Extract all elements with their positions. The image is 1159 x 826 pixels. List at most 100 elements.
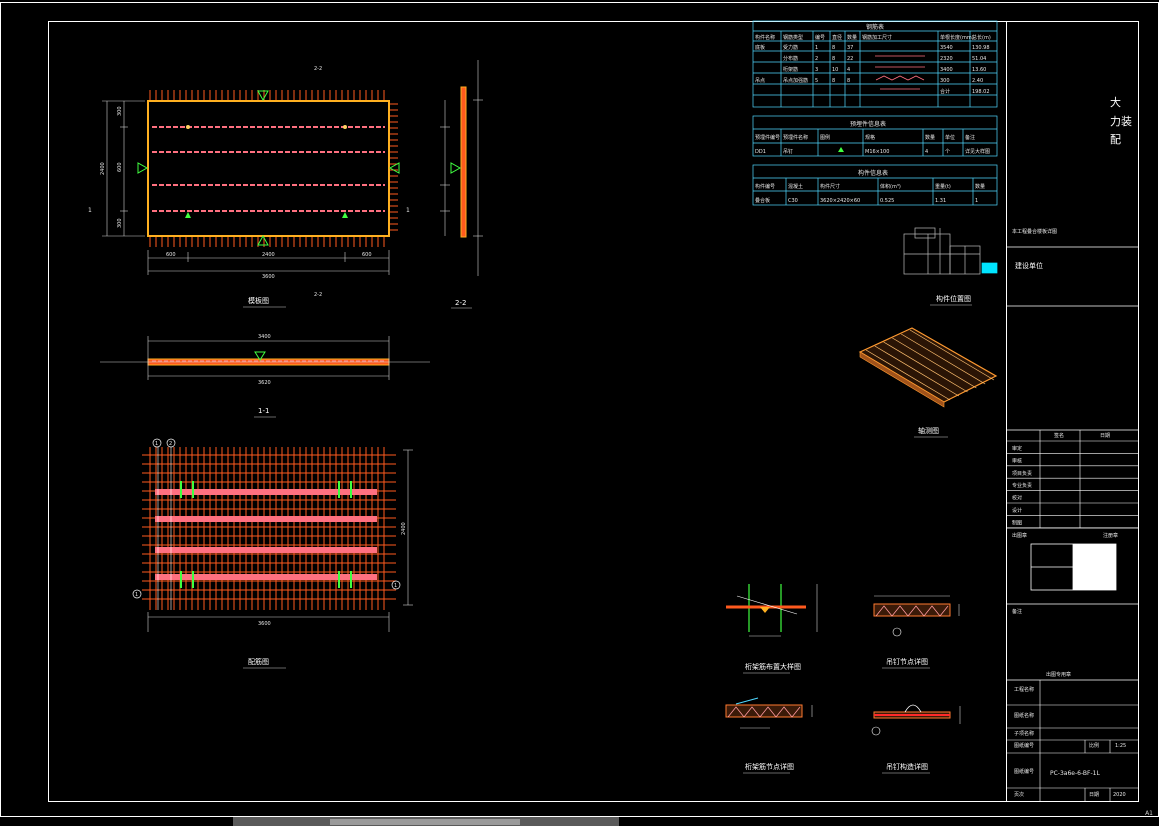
table-cell: 个: [945, 149, 950, 155]
view-title: 2-2: [455, 299, 466, 307]
rebar-view[interactable]: 1 2 1 1 3600 2400 配筋图: [132, 438, 413, 669]
table-cell: 受力筋: [783, 44, 798, 51]
table-cell: 37: [847, 45, 853, 51]
role-label: 制图: [1012, 519, 1022, 526]
table-cell: 2: [815, 56, 818, 62]
page-marker: A1: [1145, 810, 1153, 817]
table-cell: 8: [847, 78, 850, 84]
table-header: 混凝土: [788, 183, 803, 190]
dim-text: 3600: [258, 621, 271, 627]
dim-text: 3400: [258, 334, 271, 340]
stamp-label: 出图章: [1012, 532, 1027, 539]
dim-text: 3600: [262, 274, 275, 280]
table-header: 单根长度(mm): [940, 34, 974, 41]
table-header: 图例: [820, 134, 830, 141]
table-cell: 8: [832, 56, 835, 62]
dim-text: 600: [362, 252, 372, 258]
table-cell: 3540: [940, 45, 953, 51]
dim-text: 3620: [258, 380, 271, 386]
table-cell: 300: [940, 78, 950, 84]
tb-label: 页次: [1014, 791, 1024, 798]
view-title: 1-1: [258, 407, 269, 415]
plan-view[interactable]: 600 2400 600 3600 2400 300 600 300 2-2 2…: [88, 66, 410, 308]
brand-line-2: 力装: [1110, 115, 1132, 128]
table-header: 构件名称: [755, 34, 775, 41]
role-label: 审定: [1012, 445, 1022, 452]
table-header: 直径: [832, 34, 842, 41]
dim-text: 300: [117, 218, 123, 228]
table-title: 钢筋表: [866, 23, 884, 31]
tb-bottom-grid: [1006, 680, 1138, 801]
dim-text: 2400: [401, 522, 407, 535]
table-header: 构件编号: [755, 183, 775, 190]
section-tag: 2-2: [314, 66, 322, 72]
lift-point-marker-left: [137, 162, 149, 174]
table-header: 体积(m³): [880, 183, 901, 190]
table-cell: 吊钉: [783, 148, 793, 155]
view-title: 轴测图: [918, 426, 939, 435]
table-cell: 桁架筋: [783, 66, 798, 73]
col-head: 签名: [1054, 432, 1064, 439]
drawing-code: PC-3a6e-6-BF-1L: [1050, 770, 1100, 777]
role-label: 设计: [1012, 507, 1022, 514]
rebar-mark-text: 1: [135, 592, 138, 598]
table-title: 预埋件信息表: [850, 120, 886, 128]
table-cell: 10: [832, 67, 838, 73]
table-cell: 8: [832, 45, 835, 51]
dim-text: 600: [117, 162, 123, 172]
rebar-mark-text: 1: [155, 441, 158, 447]
table-header: 钢筋类型: [783, 34, 803, 41]
table-header: 数量: [847, 34, 857, 41]
detail-4[interactable]: [871, 704, 961, 736]
table-header: 备注: [965, 134, 975, 141]
detail-1[interactable]: [726, 584, 818, 637]
dim-text: 2400: [262, 252, 275, 258]
table-header: 数量: [975, 183, 985, 190]
steel-table[interactable]: [752, 20, 998, 108]
rebar-dimensions: [147, 449, 413, 632]
dim-text: 300: [117, 106, 123, 116]
truss-band-1: [155, 489, 377, 495]
table-header: 钢筋加工尺寸: [862, 34, 892, 41]
table-cell: 1.31: [935, 198, 946, 204]
col-head: 日期: [1100, 433, 1110, 439]
detail-2[interactable]: [873, 595, 960, 637]
tb-label: 子项名称: [1014, 730, 1034, 737]
table-cell: 198.02: [972, 89, 990, 95]
rebar-mark-text: 2: [169, 441, 172, 447]
role-label: 项目负责: [1012, 470, 1032, 477]
detail-3[interactable]: [725, 697, 813, 729]
locator-plan[interactable]: [903, 227, 998, 275]
seal-label: 备注: [1012, 608, 1022, 615]
table-header: 重量(t): [935, 183, 951, 190]
table-header: 单位: [945, 134, 955, 141]
brand-line-1: 大: [1110, 95, 1121, 109]
table-cell: 22: [847, 56, 853, 62]
tb-label: 工程名称: [1014, 686, 1034, 693]
lift-point-marker-top: [257, 90, 269, 102]
table-cell: 合计: [940, 88, 950, 95]
section-1-1-view[interactable]: 3400 3620 1-1: [100, 334, 430, 418]
table-cell: M16×100: [865, 149, 889, 155]
table-cell: 5: [815, 78, 818, 84]
section-dimensions: [100, 336, 430, 380]
view-title: 构件位置图: [936, 294, 971, 303]
table-title: 构件信息表: [858, 169, 888, 177]
role-label: 校对: [1012, 495, 1022, 502]
cad-drawing-canvas[interactable]: 600 2400 600 3600 2400 300 600 300 2-2 2…: [0, 0, 1159, 826]
section-2-2-view[interactable]: 2-2: [440, 60, 483, 309]
table-cell: 8: [832, 78, 835, 84]
view-title: 配筋图: [248, 657, 269, 666]
truss-band-2: [155, 516, 377, 522]
table-cell: 叠合板: [755, 197, 770, 204]
table-cell: 吊点加强筋: [783, 77, 808, 84]
lift-point-marker-bottom: [257, 234, 269, 246]
date-value: 2020: [1113, 792, 1126, 798]
tb-label: 图纸编号: [1014, 742, 1034, 749]
table-cell: 0.525: [880, 198, 894, 204]
seal-note: 出图专用章: [1046, 671, 1071, 678]
registration-stamp: [1030, 543, 1117, 591]
scrollbar-thumb[interactable]: [330, 819, 520, 825]
table-cell: 2.40: [972, 78, 983, 84]
axonometric-view[interactable]: [858, 327, 998, 408]
